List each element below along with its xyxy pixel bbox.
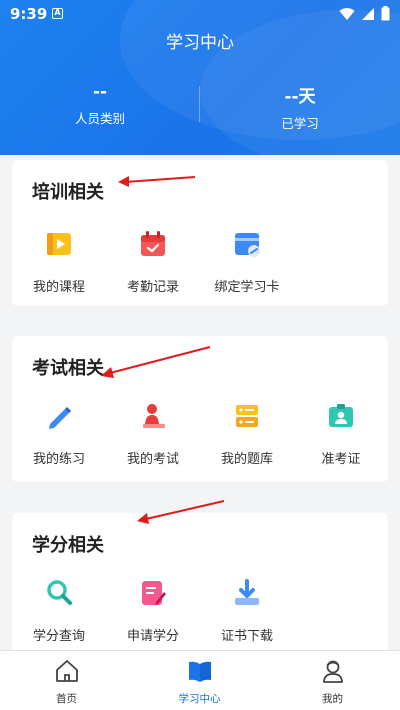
stat-label: 人员类别 — [74, 111, 125, 126]
stat-label: 已学习 — [281, 116, 319, 131]
battery-icon — [381, 6, 390, 21]
tab-mine[interactable]: 我的 — [266, 651, 399, 710]
book-icon — [188, 661, 211, 682]
search-icon — [47, 580, 72, 605]
header-banner: 9:39 A 学习中心 -- 人员类别 --天 已学习 — [0, 0, 400, 155]
wifi-icon — [339, 7, 355, 20]
menu-item-label: 我的考试 — [126, 452, 179, 467]
home-icon — [55, 660, 78, 682]
tab-learning-center[interactable]: 学习中心 — [133, 651, 266, 710]
calendar-icon — [141, 231, 165, 256]
menu-item-my-practice[interactable]: 我的练习 — [12, 400, 106, 467]
card-link-icon — [235, 233, 260, 257]
tab-label: 首页 — [56, 693, 77, 705]
tab-label: 我的 — [322, 693, 343, 705]
edit-form-icon — [142, 581, 166, 605]
status-time: 9:39 — [10, 5, 48, 23]
download-icon — [235, 579, 259, 605]
section-credits: 学分相关 学分查询 申请学分 证书下载 — [12, 513, 388, 653]
menu-item-label: 学分查询 — [32, 629, 85, 644]
menu-item-question-bank[interactable]: 我的题库 — [200, 400, 294, 467]
stat-value: -- — [92, 82, 108, 102]
tab-label: 学习中心 — [178, 693, 221, 705]
annotation-arrow — [118, 176, 196, 187]
exam-person-icon — [143, 404, 165, 428]
id-card-icon — [329, 404, 353, 427]
notification-badge: A — [52, 8, 63, 19]
video-icon — [47, 233, 71, 255]
page-title: 学习中心 — [166, 33, 234, 53]
menu-item-admission-ticket[interactable]: 准考证 — [294, 400, 388, 467]
stat-person-type: -- 人员类别 — [0, 82, 200, 127]
pencil-icon — [49, 407, 71, 429]
bottom-tab-bar: 首页 学习中心 我的 — [0, 650, 400, 710]
status-bar: 9:39 A — [0, 0, 400, 28]
section-training: 培训相关 我的课程 考勤记录 绑定学习卡 — [12, 160, 388, 306]
menu-item-label: 证书下载 — [220, 629, 273, 644]
menu-item-my-exam[interactable]: 我的考试 — [106, 400, 200, 467]
section-title: 考试相关 — [32, 358, 104, 379]
stat-days-learned: --天 已学习 — [200, 82, 400, 132]
database-icon — [236, 405, 258, 427]
menu-item-label: 我的题库 — [220, 452, 273, 467]
menu-item-attendance[interactable]: 考勤记录 — [106, 228, 200, 295]
signal-icon — [362, 7, 374, 20]
menu-item-credit-query[interactable]: 学分查询 — [12, 577, 106, 644]
menu-item-certificate-download[interactable]: 证书下载 — [200, 577, 294, 644]
status-icons — [339, 6, 390, 21]
annotation-arrow — [101, 346, 211, 378]
menu-item-label: 考勤记录 — [126, 280, 179, 295]
menu-item-apply-credit[interactable]: 申请学分 — [106, 577, 200, 644]
user-icon — [322, 660, 343, 683]
menu-item-label: 我的课程 — [32, 280, 85, 295]
section-title: 学分相关 — [32, 535, 104, 556]
stat-value: --天 — [284, 87, 316, 107]
menu-item-label: 准考证 — [321, 452, 361, 467]
menu-item-label: 我的练习 — [32, 452, 85, 467]
menu-item-bind-card[interactable]: 绑定学习卡 — [200, 228, 294, 295]
annotation-arrow — [137, 500, 225, 524]
menu-item-label: 绑定学习卡 — [214, 280, 280, 295]
menu-item-my-courses[interactable]: 我的课程 — [12, 228, 106, 295]
section-title: 培训相关 — [32, 182, 104, 203]
tab-home[interactable]: 首页 — [0, 651, 133, 710]
menu-item-label: 申请学分 — [126, 629, 179, 644]
